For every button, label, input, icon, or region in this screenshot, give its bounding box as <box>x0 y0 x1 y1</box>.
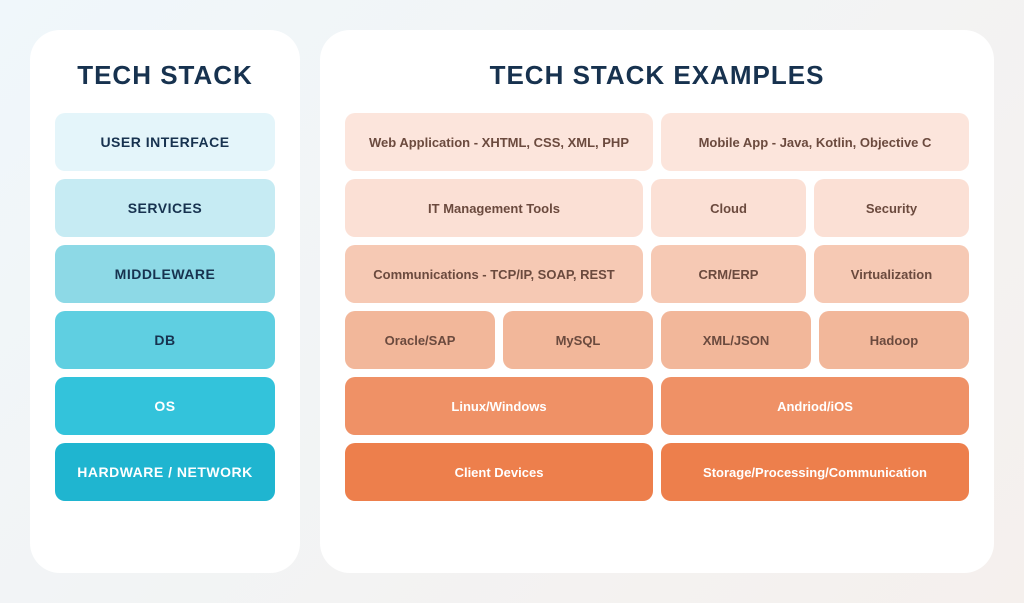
layer-hardware-network: HARDWARE / NETWORK <box>55 443 275 501</box>
layer-middleware: MIDDLEWARE <box>55 245 275 303</box>
example-row-db: Oracle/SAP MySQL XML/JSON Hadoop <box>345 311 969 369</box>
example-hadoop: Hadoop <box>819 311 969 369</box>
examples-panel: TECH STACK EXAMPLES Web Application - XH… <box>320 30 994 573</box>
example-oracle-sap: Oracle/SAP <box>345 311 495 369</box>
tech-stack-title: TECH STACK <box>55 60 275 91</box>
tech-stack-layers: USER INTERFACE SERVICES MIDDLEWARE DB OS… <box>55 113 275 501</box>
examples-rows: Web Application - XHTML, CSS, XML, PHP M… <box>345 113 969 501</box>
examples-title: TECH STACK EXAMPLES <box>345 60 969 91</box>
example-android-ios: Andriod/iOS <box>661 377 969 435</box>
example-crm-erp: CRM/ERP <box>651 245 806 303</box>
example-storage-processing: Storage/Processing/Communication <box>661 443 969 501</box>
tech-stack-panel: TECH STACK USER INTERFACE SERVICES MIDDL… <box>30 30 300 573</box>
example-cloud: Cloud <box>651 179 806 237</box>
layer-os: OS <box>55 377 275 435</box>
layer-db: DB <box>55 311 275 369</box>
example-it-management: IT Management Tools <box>345 179 643 237</box>
example-security: Security <box>814 179 969 237</box>
example-communications: Communications - TCP/IP, SOAP, REST <box>345 245 643 303</box>
layer-user-interface: USER INTERFACE <box>55 113 275 171</box>
example-xml-json: XML/JSON <box>661 311 811 369</box>
example-client-devices: Client Devices <box>345 443 653 501</box>
example-row-os: Linux/Windows Andriod/iOS <box>345 377 969 435</box>
example-mysql: MySQL <box>503 311 653 369</box>
example-row-hardware: Client Devices Storage/Processing/Commun… <box>345 443 969 501</box>
example-row-services: IT Management Tools Cloud Security <box>345 179 969 237</box>
example-row-middleware: Communications - TCP/IP, SOAP, REST CRM/… <box>345 245 969 303</box>
example-linux-windows: Linux/Windows <box>345 377 653 435</box>
example-web-app: Web Application - XHTML, CSS, XML, PHP <box>345 113 653 171</box>
example-virtualization: Virtualization <box>814 245 969 303</box>
layer-services: SERVICES <box>55 179 275 237</box>
example-mobile-app: Mobile App - Java, Kotlin, Objective C <box>661 113 969 171</box>
example-row-ui: Web Application - XHTML, CSS, XML, PHP M… <box>345 113 969 171</box>
